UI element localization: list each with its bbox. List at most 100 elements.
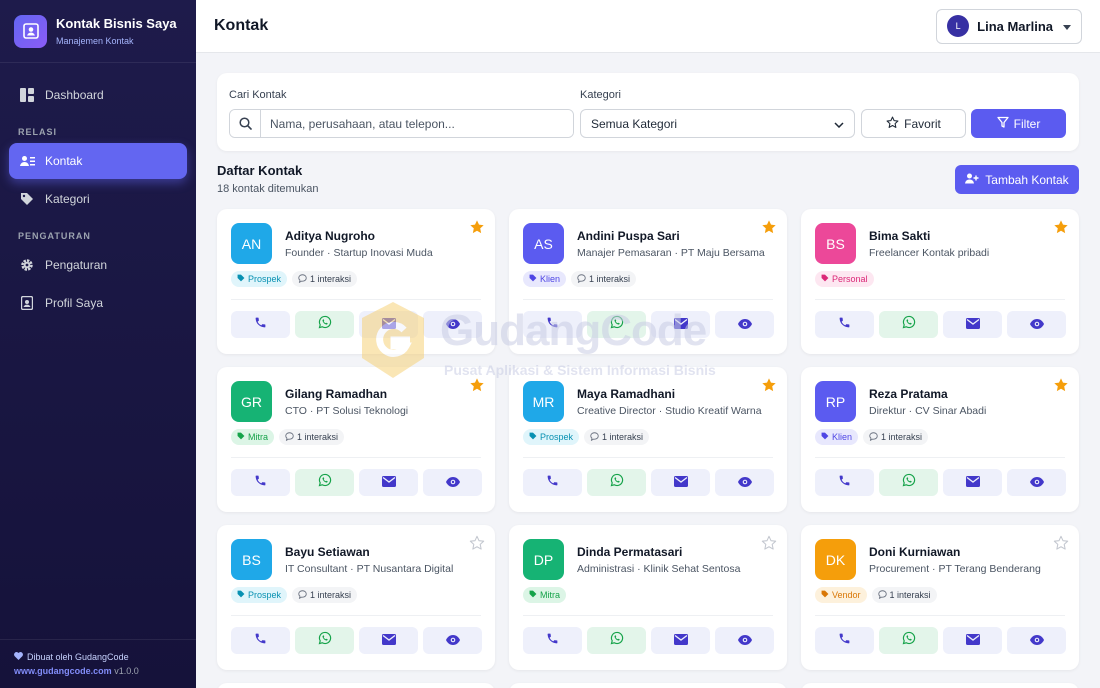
call-button[interactable]	[231, 469, 290, 496]
whatsapp-button[interactable]	[879, 469, 938, 496]
whatsapp-button[interactable]	[587, 311, 646, 338]
star-filled-icon[interactable]	[469, 219, 485, 235]
view-button[interactable]	[715, 311, 774, 338]
tag-icon	[529, 274, 537, 284]
sidebar-item-pengaturan[interactable]: Pengaturan	[9, 247, 187, 283]
phone-icon	[838, 316, 851, 334]
view-button[interactable]	[715, 627, 774, 654]
category-badge: Mitra	[523, 587, 566, 603]
footer-link[interactable]: www.gudangcode.com	[14, 666, 112, 676]
view-button[interactable]	[1007, 627, 1066, 654]
whatsapp-button[interactable]	[879, 627, 938, 654]
star-filled-icon[interactable]	[469, 377, 485, 393]
call-button[interactable]	[231, 627, 290, 654]
card-divider	[231, 615, 481, 616]
email-button[interactable]	[359, 627, 418, 654]
contact-name[interactable]: Reza Pratama	[869, 387, 948, 401]
contact-name[interactable]: Dinda Permatasari	[577, 545, 682, 559]
call-button[interactable]	[815, 469, 874, 496]
contact-card[interactable]: BS Bayu Setiawan IT Consultant · PT Nusant…	[217, 525, 495, 670]
contact-name[interactable]: Maya Ramadhani	[577, 387, 675, 401]
contact-name[interactable]: Andini Puspa Sari	[577, 229, 680, 243]
contact-name[interactable]: Bima Sakti	[869, 229, 930, 243]
contact-name[interactable]: Gilang Ramadhan	[285, 387, 387, 401]
star-outline-icon	[886, 116, 899, 132]
whatsapp-button[interactable]	[295, 469, 354, 496]
whatsapp-button[interactable]	[879, 311, 938, 338]
call-button[interactable]	[523, 311, 582, 338]
email-button[interactable]	[943, 311, 1002, 338]
call-button[interactable]	[523, 469, 582, 496]
contact-card[interactable]: AN Aditya Nugroho Founder · Startup Inovas…	[217, 209, 495, 354]
sidebar-item-kontak[interactable]: Kontak	[9, 143, 187, 179]
sidebar-item-kategori[interactable]: Kategori	[9, 181, 187, 217]
avatar: L	[947, 15, 970, 37]
whatsapp-button[interactable]	[295, 311, 354, 338]
contact-avatar: RP	[815, 381, 856, 422]
category-select[interactable]: Semua Kategori	[580, 109, 855, 138]
search-box	[229, 109, 574, 138]
contact-name[interactable]: Doni Kurniawan	[869, 545, 960, 559]
star-outline-icon[interactable]	[1053, 535, 1069, 551]
whatsapp-button[interactable]	[295, 627, 354, 654]
star-filled-icon[interactable]	[761, 377, 777, 393]
search-icon	[230, 110, 261, 137]
email-button[interactable]	[651, 627, 710, 654]
tag-icon	[19, 191, 35, 207]
category-badge: Vendor	[815, 587, 867, 603]
contact-card[interactable]: DP Dinda Permatasari Administrasi · Klinik…	[509, 525, 787, 670]
star-filled-icon[interactable]	[1053, 219, 1069, 235]
tag-icon	[237, 274, 245, 284]
email-button[interactable]	[943, 627, 1002, 654]
contact-card[interactable]: MR Maya Ramadhani Creative Director · Stud…	[509, 367, 787, 512]
phone-icon	[838, 474, 851, 492]
contact-card[interactable]: RP Reza Pratama Direktur · CV Sinar Abadi K…	[801, 367, 1079, 512]
call-button[interactable]	[815, 627, 874, 654]
whatsapp-button[interactable]	[587, 469, 646, 496]
contact-card[interactable]: GR Gilang Ramadhan CTO · PT Solusi Teknolo…	[217, 367, 495, 512]
email-button[interactable]	[943, 469, 1002, 496]
star-filled-icon[interactable]	[1053, 377, 1069, 393]
filter-button[interactable]: Filter	[971, 109, 1066, 138]
star-filled-icon[interactable]	[761, 219, 777, 235]
category-badge: Prospek	[523, 429, 580, 445]
contact-tags: Klien 1 interaksi	[815, 429, 929, 445]
email-button[interactable]	[651, 311, 710, 338]
star-outline-icon[interactable]	[761, 535, 777, 551]
list-header: Daftar Kontak 18 kontak ditemukan	[217, 163, 319, 195]
view-button[interactable]	[1007, 469, 1066, 496]
sidebar-item-dashboard[interactable]: Dashboard	[9, 77, 187, 113]
email-button[interactable]	[651, 469, 710, 496]
call-button[interactable]	[231, 311, 290, 338]
contact-card[interactable]: AS Andini Puspa Sari Manajer Pemasaran · P…	[509, 209, 787, 354]
contact-subtitle: CTO · PT Solusi Teknologi	[285, 405, 409, 417]
view-button[interactable]	[715, 469, 774, 496]
whatsapp-button[interactable]	[587, 627, 646, 654]
email-button[interactable]	[359, 311, 418, 338]
add-contact-button[interactable]: Tambah Kontak	[955, 165, 1079, 194]
contact-subtitle: Procurement · PT Terang Benderang	[869, 563, 1041, 575]
favorite-button[interactable]: Favorit	[861, 109, 966, 138]
view-button[interactable]	[423, 469, 482, 496]
whatsapp-icon	[902, 315, 916, 334]
contact-name[interactable]: Bayu Setiawan	[285, 545, 370, 559]
email-button[interactable]	[359, 469, 418, 496]
view-button[interactable]	[423, 627, 482, 654]
user-menu-button[interactable]: L Lina Marlina	[936, 8, 1082, 44]
top-header: Kontak L Lina Marlina	[196, 0, 1100, 53]
card-divider	[815, 299, 1065, 300]
star-outline-icon[interactable]	[469, 535, 485, 551]
tag-icon	[237, 432, 245, 442]
sidebar-item-profil[interactable]: Profil Saya	[9, 285, 187, 321]
view-button[interactable]	[1007, 311, 1066, 338]
contact-card[interactable]: BS Bima Sakti Freelancer Kontak pribadi Per…	[801, 209, 1079, 354]
category-badge-label: Personal	[832, 274, 868, 284]
search-input[interactable]	[261, 110, 573, 137]
contact-card[interactable]: DK Doni Kurniawan Procurement · PT Terang …	[801, 525, 1079, 670]
eye-icon	[737, 632, 752, 650]
call-button[interactable]	[523, 627, 582, 654]
contact-name[interactable]: Aditya Nugroho	[285, 229, 375, 243]
call-button[interactable]	[815, 311, 874, 338]
view-button[interactable]	[423, 311, 482, 338]
sidebar-item-label: Kategori	[45, 192, 90, 206]
